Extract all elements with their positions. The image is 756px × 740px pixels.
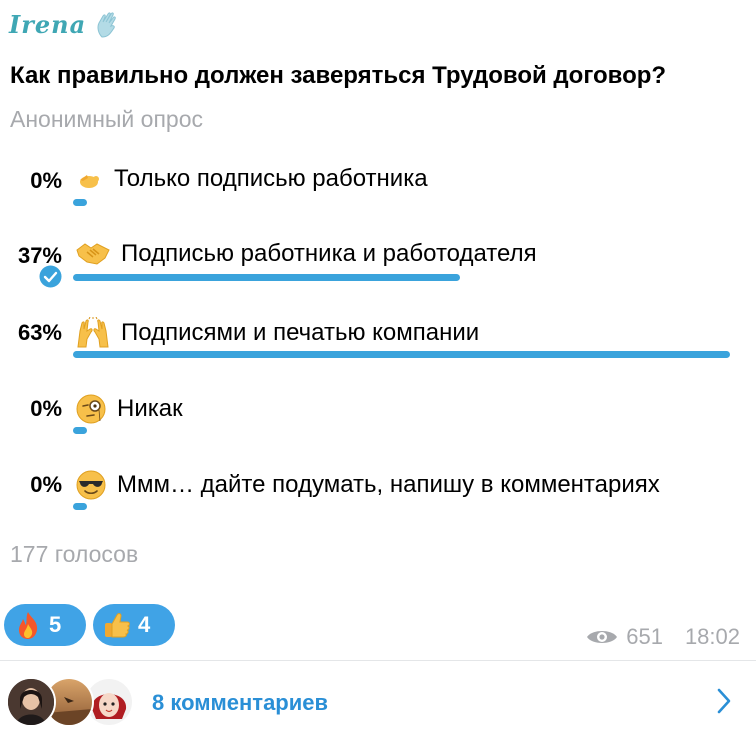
reaction-fire-button[interactable]: 5	[4, 604, 86, 646]
reaction-thumbs-up-button[interactable]: 4	[93, 604, 175, 646]
handshake-emoji	[76, 243, 110, 265]
option-result-bar	[73, 351, 730, 358]
fire-emoji	[19, 612, 38, 639]
poll-option-5[interactable]: 0% Ммм… дайте подумать, напишу в коммент…	[0, 470, 756, 542]
option-label: Подписями и печатью компании	[121, 319, 480, 346]
waving-hand-icon	[97, 11, 116, 38]
option-result-bar	[73, 274, 460, 281]
option-result-bar	[73, 503, 87, 510]
option-result-bar	[73, 199, 87, 206]
eye-icon	[587, 631, 618, 643]
reaction-count: 4	[138, 612, 151, 637]
author-name[interactable]: Irena	[9, 10, 86, 39]
raising-hands-emoji	[77, 317, 109, 348]
avatar	[6, 677, 56, 727]
poll-option-3[interactable]: 63% Подписями и печатью компании	[0, 317, 756, 390]
option-label: Подписью работника и работодателя	[121, 240, 537, 267]
sunglasses-face-emoji	[76, 470, 106, 500]
reaction-count: 5	[49, 612, 62, 637]
comments-label[interactable]: 8 комментариев	[152, 690, 328, 716]
monocle-face-emoji	[76, 394, 106, 424]
author-header[interactable]: Irena	[9, 10, 122, 39]
option-percent: 63%	[17, 320, 62, 345]
option-label: Никак	[117, 395, 183, 422]
option-result-bar	[73, 427, 87, 434]
option-label: Ммм… дайте подумать, напишу в комментари…	[117, 471, 660, 498]
thumbs-up-emoji	[105, 613, 130, 638]
option-percent: 0%	[30, 472, 62, 497]
option-label: Только подписью работника	[114, 165, 428, 192]
message-meta: 651 18:02	[586, 624, 740, 650]
comments-button[interactable]: 8 комментариев	[0, 661, 756, 740]
poll-option-4[interactable]: 0% Никак	[0, 394, 756, 466]
chevron-right-icon[interactable]	[716, 687, 732, 715]
poll-question: Как правильно должен заверяться Трудовой…	[10, 62, 667, 89]
option-percent: 0%	[30, 168, 62, 193]
option-percent: 0%	[30, 396, 62, 421]
message-time: 18:02	[684, 624, 740, 649]
chosen-check-icon	[39, 265, 62, 288]
poll-option-1[interactable]: 0% Только подписью работника	[0, 165, 756, 238]
pinching-hand-emoji	[80, 175, 99, 188]
view-count: 651	[626, 624, 663, 649]
poll-option-2[interactable]: 37% Подписью работника и работодателя	[0, 240, 756, 313]
vote-count: 177 голосов	[10, 541, 139, 567]
poll-type-label: Анонимный опрос	[10, 106, 203, 132]
